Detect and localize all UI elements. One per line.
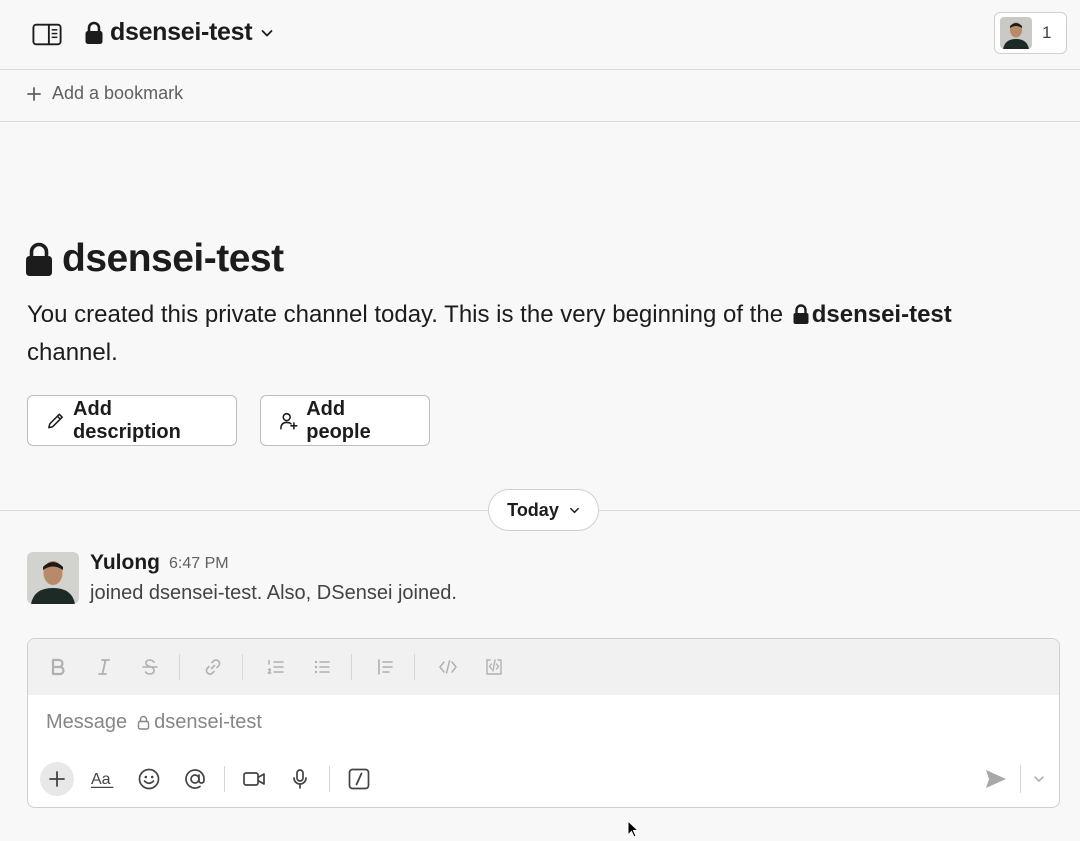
send-icon[interactable] [984,767,1008,791]
code-icon[interactable] [435,654,461,680]
avatar [1000,17,1032,49]
channel-header: dsensei-test 1 [0,0,1080,70]
plus-icon [27,86,41,101]
message-author[interactable]: Yulong [90,551,160,575]
slash-command-icon[interactable] [342,762,376,796]
lock-icon [137,715,150,730]
message-input[interactable]: Message dsensei-test [46,711,262,734]
toolbar-divider [1020,765,1021,793]
members-button[interactable]: 1 [994,12,1067,54]
bookmark-bar: Add a bookmark [0,70,1080,122]
microphone-icon[interactable] [283,762,317,796]
chevron-down-icon [261,29,273,36]
message-item[interactable]: Yulong 6:47 PM joined dsensei-test. Also… [27,551,1027,611]
intro-description: You created this private channel today. … [27,296,1027,372]
bullet-list-icon[interactable] [309,654,335,680]
italic-icon[interactable] [91,654,117,680]
chevron-down-icon[interactable] [1033,773,1045,785]
strikethrough-icon[interactable] [137,654,163,680]
composer-actions: Aa [40,761,388,797]
toolbar-divider [351,654,352,680]
add-people-label: Add people [306,397,371,443]
sidebar-panel-icon[interactable] [31,21,63,47]
add-user-icon [280,412,298,429]
lock-icon [26,242,52,276]
lock-icon [85,21,103,44]
channel-name: dsensei-test [110,18,253,46]
channel-name-button[interactable]: dsensei-test [84,18,274,47]
date-label: Today [507,499,559,520]
message-body: joined dsensei-test. Also, DSensei joine… [90,582,457,604]
pencil-icon [48,413,63,428]
add-bookmark-button[interactable]: Add a bookmark [26,83,183,104]
toolbar-divider [414,654,415,680]
chevron-down-icon [569,507,579,513]
video-icon[interactable] [237,762,271,796]
toolbar-divider [224,766,225,792]
code-block-icon[interactable] [481,654,507,680]
ordered-list-icon[interactable] [263,654,289,680]
toolbar-divider [179,654,180,680]
message-timestamp[interactable]: 6:47 PM [169,555,229,573]
intro-text-after: channel. [27,339,118,366]
add-bookmark-label: Add a bookmark [52,83,184,103]
placeholder-prefix: Message [46,711,128,733]
add-people-button[interactable]: Add people [260,395,430,446]
mouse-cursor-icon [627,820,639,838]
plus-icon[interactable] [40,762,74,796]
mention-icon[interactable] [178,762,212,796]
member-count: 1 [1042,23,1052,42]
blockquote-icon[interactable] [372,654,398,680]
add-description-button[interactable]: Add description [27,395,237,446]
page-title: dsensei-test [24,237,284,281]
formatting-toolbar [28,639,1059,695]
avatar[interactable] [27,552,79,604]
send-controls [984,765,1045,793]
date-jump-button[interactable]: Today [488,489,599,531]
text-format-icon[interactable]: Aa [86,762,120,796]
channel-link[interactable]: dsensei-test [812,301,952,328]
intro-text-before: You created this private channel today. … [27,301,784,328]
placeholder-channel: dsensei-test [154,711,262,733]
bold-icon[interactable] [45,654,71,680]
link-icon[interactable] [200,654,226,680]
intro-channel-name: dsensei-test [62,237,284,280]
toolbar-divider [242,654,243,680]
add-description-label: Add description [73,397,181,443]
emoji-icon[interactable] [132,762,166,796]
svg-text:Aa: Aa [91,771,111,788]
lock-icon [793,304,809,324]
toolbar-divider [329,766,330,792]
message-composer[interactable]: Message dsensei-test Aa [27,638,1060,808]
